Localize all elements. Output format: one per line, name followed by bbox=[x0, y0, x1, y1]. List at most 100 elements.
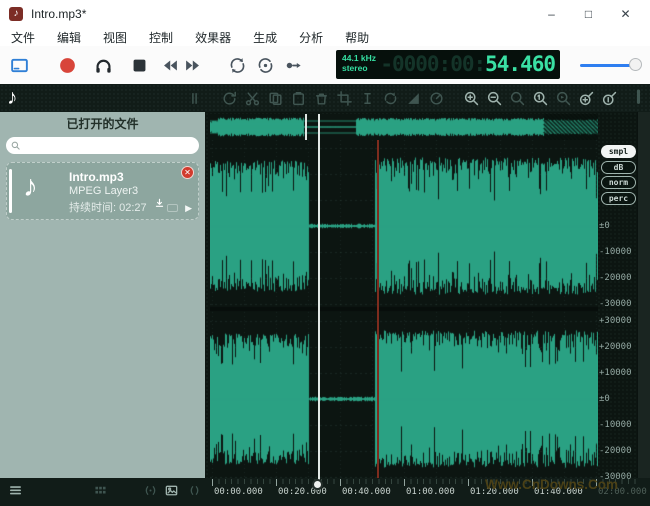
edit-toolbar: ♪ bbox=[0, 84, 650, 112]
timeline-label: 00:40.000 bbox=[342, 487, 391, 497]
delete-icon[interactable] bbox=[313, 90, 330, 107]
unit-button-dB[interactable]: dB bbox=[601, 161, 636, 174]
loop-region-icon[interactable] bbox=[382, 90, 399, 107]
brackets-icon[interactable] bbox=[187, 483, 202, 498]
rewind-button[interactable] bbox=[158, 54, 180, 76]
menu-item-7[interactable]: 帮助 bbox=[334, 29, 380, 46]
scale-label: ±0 bbox=[599, 221, 637, 231]
unit-button-perc[interactable]: perc bbox=[601, 192, 636, 205]
menu-item-2[interactable]: 视图 bbox=[92, 29, 138, 46]
volume-knob[interactable] bbox=[629, 58, 642, 71]
transport-controls: i bbox=[8, 46, 356, 84]
scale-label: -20000 bbox=[599, 446, 637, 456]
device-icon bbox=[167, 204, 178, 212]
file-format: MPEG Layer3 bbox=[69, 185, 138, 197]
overview-waveform[interactable] bbox=[210, 114, 598, 140]
unit-button-smpl[interactable]: smpl bbox=[601, 145, 636, 158]
search-input[interactable] bbox=[22, 138, 199, 153]
monitor-icon[interactable] bbox=[143, 483, 158, 498]
drag-handle-icon[interactable] bbox=[186, 90, 203, 107]
scale-label: +20000 bbox=[599, 342, 637, 352]
image-view-icon[interactable] bbox=[164, 483, 179, 498]
window-controls: – □ ✕ bbox=[533, 0, 644, 28]
file-card[interactable]: ♪ Intro.mp3 MPEG Layer3 持续时间: 02:27 ✕ ▶ bbox=[6, 162, 199, 220]
menu-item-0[interactable]: 文件 bbox=[0, 29, 46, 46]
stop-button[interactable] bbox=[128, 54, 150, 76]
zoom-icon[interactable] bbox=[509, 90, 526, 107]
menu-item-3[interactable]: 控制 bbox=[138, 29, 184, 46]
zoom-out-icon[interactable] bbox=[486, 90, 503, 107]
zoom-selection-icon[interactable] bbox=[555, 90, 572, 107]
menu-item-6[interactable]: 分析 bbox=[288, 29, 334, 46]
panel-toggle-icon[interactable] bbox=[8, 54, 30, 76]
current-time: 54.460 bbox=[485, 52, 555, 76]
overview-cursor[interactable] bbox=[305, 114, 307, 140]
scale-label: -10000 bbox=[599, 420, 637, 430]
loop-once-button[interactable] bbox=[254, 54, 276, 76]
headphones-play-button[interactable] bbox=[92, 54, 114, 76]
timeline-tick bbox=[212, 479, 213, 486]
app-icon: ♪ bbox=[9, 7, 23, 21]
search-icon bbox=[10, 140, 22, 152]
scale-label: ±0 bbox=[599, 394, 637, 404]
window-title: Intro.mp3* bbox=[31, 7, 86, 21]
close-file-icon[interactable]: ✕ bbox=[181, 166, 194, 179]
time-digits: -0000:00:54.460 bbox=[380, 52, 555, 76]
timeline-tick bbox=[404, 479, 405, 486]
scale-label: +10000 bbox=[599, 368, 637, 378]
list-view-icon[interactable] bbox=[8, 483, 23, 498]
waveform-panel bbox=[205, 112, 650, 506]
zoom-one-icon[interactable] bbox=[532, 90, 549, 107]
titlebar: ♪ Intro.mp3* – □ ✕ bbox=[0, 0, 650, 28]
selected-indicator bbox=[9, 169, 12, 213]
audio-note-icon: ♪ bbox=[7, 84, 18, 112]
menu-item-1[interactable]: 编辑 bbox=[46, 29, 92, 46]
ocenaudio-window: ♪ Intro.mp3* – □ ✕ 文件编辑视图控制效果器生成分析帮助 i 4… bbox=[0, 0, 650, 506]
playhead-handle[interactable] bbox=[312, 479, 323, 490]
paste-icon[interactable] bbox=[290, 90, 307, 107]
menu-item-5[interactable]: 生成 bbox=[242, 29, 288, 46]
timeline-label: 00:00.000 bbox=[214, 487, 263, 497]
download-icon[interactable] bbox=[153, 197, 166, 215]
time-display: 44.1 kHz stereo -0000:00:54.460 bbox=[336, 50, 560, 79]
fast-forward-button[interactable] bbox=[182, 54, 204, 76]
timeline-tick bbox=[276, 479, 277, 486]
menu-bar: 文件编辑视图控制效果器生成分析帮助 bbox=[0, 28, 650, 46]
selection-icon[interactable] bbox=[359, 90, 376, 107]
grid-view-icon[interactable] bbox=[93, 483, 108, 498]
loop-button[interactable] bbox=[226, 54, 248, 76]
crop-icon[interactable] bbox=[336, 90, 353, 107]
file-duration: 持续时间: 02:27 bbox=[69, 199, 147, 215]
main-waveform[interactable] bbox=[210, 140, 598, 478]
fade-icon[interactable] bbox=[405, 90, 422, 107]
timeline-tick bbox=[340, 479, 341, 486]
scale-label: -10000 bbox=[599, 247, 637, 257]
ghost-digits: -0000:00: bbox=[380, 52, 485, 76]
minimize-button[interactable]: – bbox=[533, 0, 570, 28]
scale-label: -30000 bbox=[599, 299, 637, 309]
volume-slider[interactable] bbox=[580, 58, 642, 72]
vzoom-in-icon[interactable] bbox=[578, 90, 595, 107]
overflow-grip-icon[interactable] bbox=[630, 89, 647, 106]
zoom-in-icon[interactable] bbox=[463, 90, 480, 107]
close-button[interactable]: ✕ bbox=[607, 0, 644, 28]
playback-marker-line bbox=[377, 140, 379, 478]
copy-icon[interactable] bbox=[267, 90, 284, 107]
play-file-icon[interactable]: ▶ bbox=[185, 203, 192, 214]
redo-icon[interactable] bbox=[221, 90, 238, 107]
file-note-icon: ♪ bbox=[23, 169, 38, 205]
files-sidebar: 已打开的文件 ♪ Intro.mp3 MPEG Layer3 持续时间: 02:… bbox=[0, 112, 205, 478]
record-append-button[interactable] bbox=[282, 54, 304, 76]
playhead-line[interactable] bbox=[318, 114, 320, 483]
unit-button-norm[interactable]: norm bbox=[601, 176, 636, 189]
menu-item-4[interactable]: 效果器 bbox=[184, 29, 242, 46]
vertical-scrollbar[interactable] bbox=[637, 112, 650, 506]
scale-label: -20000 bbox=[599, 273, 637, 283]
record-button[interactable] bbox=[56, 54, 78, 76]
maximize-button[interactable]: □ bbox=[570, 0, 607, 28]
edit-toolbar-icons bbox=[186, 84, 618, 112]
gain-knob-icon[interactable] bbox=[428, 90, 445, 107]
vzoom-out-icon[interactable] bbox=[601, 90, 618, 107]
cut-icon[interactable] bbox=[244, 90, 261, 107]
file-name: Intro.mp3 bbox=[69, 170, 124, 184]
